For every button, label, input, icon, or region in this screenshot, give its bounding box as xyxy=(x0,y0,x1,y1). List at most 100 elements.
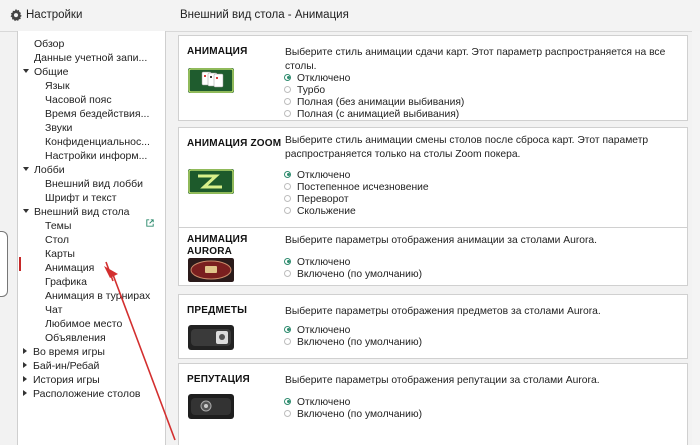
chevron-right-icon xyxy=(23,362,27,369)
option-label: Отключено xyxy=(297,325,351,336)
nav-group-label: Лобби xyxy=(34,164,65,176)
active-item-marker xyxy=(19,257,21,271)
reputation-option-off[interactable]: Отключено xyxy=(284,397,350,409)
settings-content: АНИМАЦИЯ Выберите стиль анимации сдачи к… xyxy=(173,31,700,445)
radio-icon xyxy=(284,269,291,277)
zoom-preview-icon xyxy=(188,169,234,194)
external-link-icon[interactable] xyxy=(146,219,154,227)
nav-cards[interactable]: Карты xyxy=(45,248,75,261)
nav-animation[interactable]: Анимация xyxy=(45,262,94,275)
collapse-handle[interactable] xyxy=(0,231,8,297)
option-label: Включено (по умолчанию) xyxy=(297,337,423,348)
nav-favorite-seat[interactable]: Любимое место xyxy=(45,318,122,331)
nav-chat[interactable]: Чат xyxy=(45,304,62,317)
aurora-option-off[interactable]: Отключено xyxy=(284,257,350,269)
page-title: Внешний вид стола - Анимация xyxy=(180,9,349,21)
radio-icon xyxy=(284,397,291,405)
nav-group-table-look[interactable]: Внешний вид стола xyxy=(23,206,130,219)
option-label: Отключено xyxy=(297,257,351,268)
radio-icon xyxy=(284,170,291,178)
nav-lobby-look[interactable]: Внешний вид лобби xyxy=(45,178,143,191)
animation-option-full-no-knockout[interactable]: Полная (без анимации выбивания) xyxy=(284,97,464,109)
nav-group-label: Общие xyxy=(34,66,69,78)
radio-icon xyxy=(284,325,291,333)
option-label: Отключено xyxy=(297,397,351,408)
nav-account[interactable]: Данные учетной запи... xyxy=(34,52,147,65)
option-label: Скольжение xyxy=(297,206,356,217)
items-option-on[interactable]: Включено (по умолчанию) xyxy=(284,337,422,349)
animation-option-turbo[interactable]: Турбо xyxy=(284,85,325,97)
nav-timezone[interactable]: Часовой пояс xyxy=(45,94,112,107)
aurora-preview-icon xyxy=(188,258,234,282)
section-title: РЕПУТАЦИЯ xyxy=(187,374,250,385)
settings-title: Настройки xyxy=(26,9,83,21)
section-title-line: AURORA xyxy=(187,246,233,257)
option-label: Отключено xyxy=(297,73,351,84)
nav-group-buyin[interactable]: Бай-ин/Ребай xyxy=(23,360,99,373)
reputation-preview-icon xyxy=(188,394,234,419)
reputation-option-on[interactable]: Включено (по умолчанию) xyxy=(284,409,422,421)
nav-tournament-animation[interactable]: Анимация в турнирах xyxy=(45,290,150,303)
nav-group-in-game[interactable]: Во время игры xyxy=(23,346,105,359)
zoom-option-off[interactable]: Отключено xyxy=(284,170,350,182)
nav-language[interactable]: Язык xyxy=(45,80,70,93)
nav-group-tables-layout[interactable]: Расположение столов xyxy=(23,388,141,401)
animation-card: АНИМАЦИЯ Выберите стиль анимации сдачи к… xyxy=(178,35,688,121)
gear-icon xyxy=(10,8,22,22)
nav-graphics[interactable]: Графика xyxy=(45,276,87,289)
title-bar: Настройки Внешний вид стола - Анимация xyxy=(0,0,700,32)
nav-group-label: История игры xyxy=(33,374,100,386)
items-preview-icon xyxy=(188,325,234,350)
section-description: Выберите стиль анимации смены столов пос… xyxy=(285,135,649,160)
nav-group-lobby[interactable]: Лобби xyxy=(23,164,65,177)
nav-themes[interactable]: Темы xyxy=(45,220,71,233)
zoom-option-slide[interactable]: Скольжение xyxy=(284,206,356,218)
nav-info-settings[interactable]: Настройки информ... xyxy=(45,150,147,163)
radio-icon xyxy=(284,73,291,81)
chevron-right-icon xyxy=(23,376,27,383)
nav-group-label: Во время игры xyxy=(33,346,105,358)
cards-preview-icon xyxy=(188,68,234,93)
option-label: Отключено xyxy=(297,170,351,181)
section-title: АНИМАЦИЯ AURORA xyxy=(187,234,247,258)
radio-icon xyxy=(284,85,291,93)
nav-group-history[interactable]: История игры xyxy=(23,374,100,387)
nav-sounds[interactable]: Звуки xyxy=(45,122,72,135)
section-title: АНИМАЦИЯ ZOOM xyxy=(187,138,282,149)
radio-icon xyxy=(284,206,291,214)
nav-group-label: Бай-ин/Ребай xyxy=(33,360,100,372)
zoom-option-fade[interactable]: Постепенное исчезновение xyxy=(284,182,429,194)
section-description: Выберите стиль анимации сдачи карт. Этот… xyxy=(285,47,666,72)
nav-group-label: Расположение столов xyxy=(33,388,141,400)
option-label: Постепенное исчезновение xyxy=(297,182,429,193)
option-label: Полная (без анимации выбивания) xyxy=(297,97,465,108)
nav-privacy[interactable]: Конфиденциальнос... xyxy=(45,136,150,149)
section-description: Выберите параметры отображения репутации… xyxy=(285,375,600,386)
nav-overview[interactable]: Обзор xyxy=(34,38,64,51)
radio-icon xyxy=(284,257,291,265)
section-description: Выберите параметры отображения предметов… xyxy=(285,306,601,317)
nav-idle-time[interactable]: Время бездействия... xyxy=(45,108,149,121)
radio-icon xyxy=(284,409,291,417)
aurora-animation-card: АНИМАЦИЯ AURORA Выберите параметры отобра… xyxy=(178,227,688,286)
nav-group-label: Внешний вид стола xyxy=(34,206,130,218)
chevron-down-icon xyxy=(23,167,29,172)
animation-option-off[interactable]: Отключено xyxy=(284,73,350,85)
aurora-option-on[interactable]: Включено (по умолчанию) xyxy=(284,269,422,281)
sidebar: Обзор Данные учетной запи... Общие Язык … xyxy=(17,31,166,445)
nav-announcements[interactable]: Объявления xyxy=(45,332,106,345)
radio-icon xyxy=(284,109,291,117)
section-description: Выберите параметры отображения анимации … xyxy=(285,235,598,246)
items-option-off[interactable]: Отключено xyxy=(284,325,350,337)
radio-icon xyxy=(284,97,291,105)
option-label: Включено (по умолчанию) xyxy=(297,269,423,280)
section-title: ПРЕДМЕТЫ xyxy=(187,305,248,316)
zoom-option-flip[interactable]: Переворот xyxy=(284,194,349,206)
nav-group-general[interactable]: Общие xyxy=(23,66,69,79)
chevron-right-icon xyxy=(23,390,27,397)
radio-icon xyxy=(284,337,291,345)
chevron-down-icon xyxy=(23,69,29,74)
nav-table[interactable]: Стол xyxy=(45,234,69,247)
animation-option-full-knockout[interactable]: Полная (с анимацией выбивания) xyxy=(284,109,459,121)
nav-font-text[interactable]: Шрифт и текст xyxy=(45,192,117,205)
